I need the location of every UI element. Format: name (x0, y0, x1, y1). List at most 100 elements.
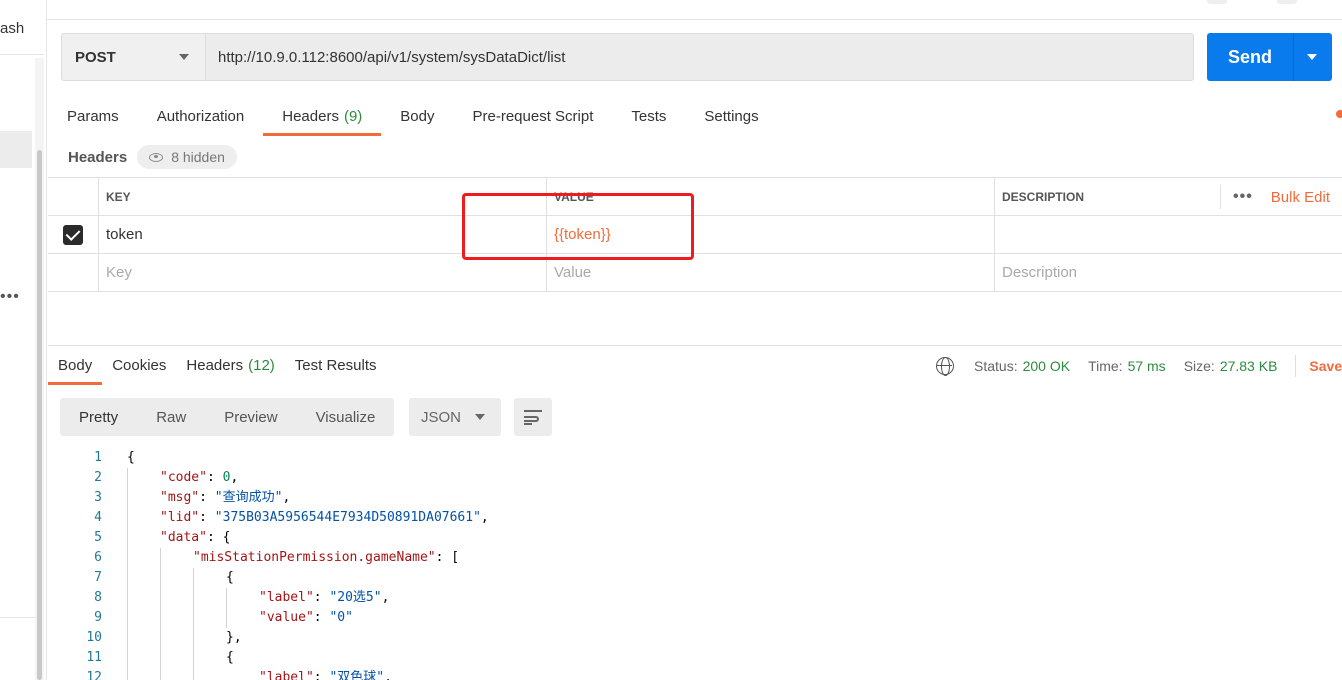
wrap-lines-button[interactable] (514, 398, 552, 436)
new-value-input[interactable]: Value (547, 254, 995, 291)
notification-dot-icon (1336, 110, 1342, 118)
tab-settings[interactable]: Settings (685, 97, 777, 136)
header-description-cell[interactable] (995, 216, 1342, 253)
top-control[interactable] (1277, 0, 1297, 4)
headers-table: KEY VALUE DESCRIPTION ••• Bulk Edit toke… (48, 177, 1342, 292)
globe-icon[interactable] (936, 357, 954, 376)
eye-icon (149, 152, 164, 162)
hidden-headers-toggle[interactable]: 8 hidden (137, 145, 237, 169)
language-select[interactable]: JSON (409, 398, 501, 436)
tab-count: (9) (343, 108, 363, 125)
response-tab-test-results[interactable]: Test Results (285, 346, 387, 384)
code-token: : (206, 470, 223, 485)
bulk-edit-link[interactable]: Bulk Edit (1271, 189, 1330, 206)
code-token: }, (226, 630, 242, 645)
code-line: 7{ (48, 568, 1342, 588)
code-token: "msg" (160, 490, 200, 505)
code-token: "20选5" (329, 590, 382, 605)
send-button[interactable]: Send (1207, 33, 1332, 81)
code-line: 11 { (48, 648, 1342, 668)
hidden-count-label: 8 hidden (171, 149, 225, 165)
tab-headers[interactable]: Headers (9) (263, 97, 382, 136)
line-number: 6 (94, 550, 102, 565)
send-divider (1293, 33, 1294, 81)
response-tab-cookies[interactable]: Cookies (102, 346, 176, 384)
send-label: Send (1227, 46, 1272, 67)
code-token: : (313, 590, 330, 605)
more-options-icon[interactable]: ••• (1233, 188, 1253, 206)
size-label: Size: (1183, 358, 1215, 374)
sidebar-divider (0, 54, 44, 55)
indent-guide (160, 548, 161, 680)
view-pretty-button[interactable]: Pretty (60, 398, 137, 436)
header-check-cell (48, 178, 99, 215)
table-header-row: KEY VALUE DESCRIPTION ••• Bulk Edit (48, 178, 1342, 216)
sidebar-selected-item[interactable] (0, 131, 32, 168)
code-token: "label" (259, 590, 314, 605)
method-select[interactable]: POST (61, 33, 205, 81)
code-token: { (226, 570, 234, 585)
code-text: "code": 0, (160, 468, 238, 488)
header-value-cell[interactable]: {{token}} (547, 216, 995, 253)
tab-authorization[interactable]: Authorization (138, 97, 264, 136)
code-token: , (480, 510, 489, 525)
chevron-down-icon (179, 54, 189, 60)
code-text: "lid": "375B03A5956544E7934D50891DA07661… (160, 508, 489, 528)
actions-divider (1219, 185, 1221, 209)
view-raw-button[interactable]: Raw (137, 398, 205, 436)
sidebar: ash ••• (0, 0, 47, 680)
response-tab-headers[interactable]: Headers (12) (176, 346, 284, 384)
line-number: 4 (94, 510, 102, 525)
tab-label: Body (400, 108, 435, 125)
tab-params[interactable]: Params (48, 97, 138, 136)
code-token: { (226, 650, 234, 665)
line-number: 7 (94, 570, 102, 585)
line-number: 2 (94, 470, 102, 485)
code-line: 2 "code": 0, (48, 468, 1342, 488)
response-tab-body[interactable]: Body (48, 346, 103, 385)
tab-pre-request-script[interactable]: Pre-request Script (454, 97, 613, 136)
code-line: 9 "value": "0" (48, 608, 1342, 628)
chevron-down-icon (475, 414, 485, 420)
code-token: "misStationPermission.gameName" (193, 550, 436, 565)
meta-divider (1295, 355, 1297, 377)
code-line: 10}, (48, 628, 1342, 648)
sidebar-scrollbar-thumb[interactable] (37, 150, 42, 680)
code-text: "label": "20选5", (259, 588, 389, 608)
url-input[interactable]: http://10.9.0.112:8600/api/v1/system/sys… (205, 33, 1194, 81)
code-text: "data": { (160, 528, 230, 548)
code-token: { (127, 450, 135, 465)
table-row: token {{token}} (48, 216, 1342, 254)
size-value: 27.83 KB (1219, 358, 1278, 374)
code-token: , (282, 490, 291, 505)
view-mode-group: Pretty Raw Preview Visualize (60, 398, 395, 436)
new-key-input[interactable]: Key (99, 254, 547, 291)
tab-label: Cookies (112, 356, 167, 374)
code-token: : (199, 490, 215, 505)
row-enabled-checkbox[interactable] (63, 224, 83, 245)
column-header-key: KEY (99, 178, 547, 215)
send-options-chevron-icon[interactable] (1307, 54, 1317, 60)
code-token: "0" (329, 610, 353, 625)
sidebar-more-icon[interactable]: ••• (0, 288, 20, 306)
tab-tests[interactable]: Tests (612, 97, 685, 136)
header-key-cell[interactable]: token (99, 216, 547, 253)
code-text: "value": "0" (259, 608, 353, 628)
wrap-icon-arrow (524, 416, 539, 422)
save-response-button[interactable]: Save (1309, 358, 1342, 374)
response-body-editor[interactable]: 1{2 "code": 0, 3 "msg": "查询成功", 4 "lid": "375… (48, 448, 1342, 680)
code-line: 12 "label": "双色球", (48, 668, 1342, 680)
tab-body[interactable]: Body (381, 97, 453, 136)
line-number: 8 (94, 590, 102, 605)
new-description-input[interactable]: Description (995, 254, 1342, 291)
code-text: { (226, 568, 234, 588)
tab-label: Test Results (294, 356, 377, 374)
top-control[interactable] (1207, 0, 1227, 4)
row-check-cell (48, 254, 99, 291)
request-tab-strip (47, 0, 1342, 20)
code-token: "code" (160, 470, 207, 485)
sidebar-fragment-text: ash (0, 20, 25, 37)
view-preview-button[interactable]: Preview (205, 398, 296, 436)
view-visualize-button[interactable]: Visualize (297, 398, 395, 436)
code-token: , (230, 470, 239, 485)
